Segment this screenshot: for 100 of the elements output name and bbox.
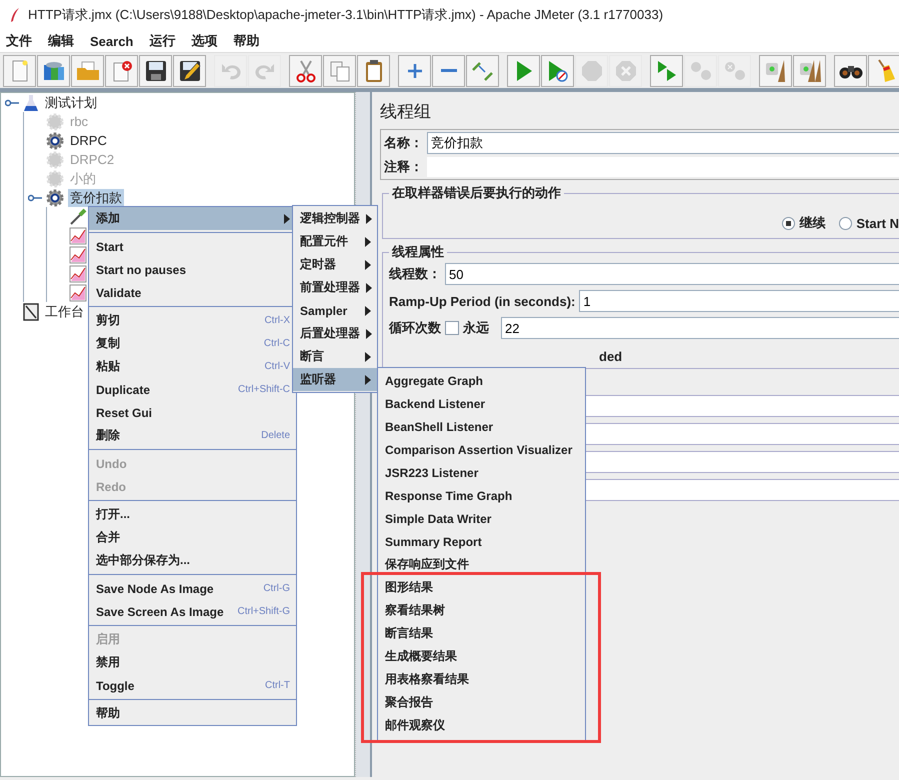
tree-handle-icon[interactable] bbox=[5, 98, 19, 108]
graph-icon bbox=[69, 226, 87, 244]
menu-item[interactable]: 用表格察看结果 bbox=[378, 668, 585, 691]
menu-item[interactable]: Duplicate Ctrl+Shift-C bbox=[89, 378, 296, 401]
tree-node[interactable]: 竞价扣款 bbox=[68, 188, 124, 206]
menu-item[interactable]: 配置元件 bbox=[293, 230, 377, 253]
menu-item[interactable]: 邮件观察仪 bbox=[378, 714, 585, 737]
rampup-field[interactable]: 1 bbox=[579, 290, 899, 312]
checkbox[interactable] bbox=[445, 321, 459, 335]
menu-item[interactable]: 断言结果 bbox=[378, 622, 585, 645]
menu-item[interactable]: Simple Data Writer bbox=[378, 507, 585, 530]
menu-item[interactable]: Backend Listener bbox=[378, 392, 585, 415]
group-legend: 在取样器错误后要执行的动作 bbox=[389, 184, 564, 202]
tree-node[interactable]: 测试计划 bbox=[43, 94, 99, 112]
tree-node[interactable]: 工作台 bbox=[43, 302, 86, 320]
menu-item[interactable]: 文件 bbox=[2, 30, 36, 52]
menu-item[interactable]: 运行 bbox=[145, 30, 180, 52]
field-label: 循环次数 bbox=[389, 319, 441, 337]
menu-item[interactable]: Toggle Ctrl-T bbox=[89, 674, 296, 697]
gear-brooms-icon bbox=[798, 58, 822, 82]
menu-item[interactable]: 前置处理器 bbox=[293, 276, 377, 299]
toolbar-button[interactable] bbox=[357, 54, 390, 86]
menu-item[interactable]: Aggregate Graph bbox=[378, 369, 585, 392]
submenu-arrow-icon bbox=[365, 236, 371, 246]
menu-item[interactable]: Start bbox=[89, 235, 296, 258]
plus-icon bbox=[406, 62, 424, 80]
menu-item[interactable]: 生成概要结果 bbox=[378, 645, 585, 668]
menu-item[interactable]: Comparison Assertion Visualizer bbox=[378, 438, 585, 461]
menu-item[interactable]: Reset Gui bbox=[89, 401, 296, 424]
menu-item[interactable]: 选中部分保存为... bbox=[89, 549, 296, 572]
gear-icon bbox=[46, 170, 64, 188]
copy-icon bbox=[328, 60, 350, 82]
menu-item[interactable]: Sampler bbox=[293, 299, 377, 322]
books-icon bbox=[42, 60, 66, 82]
tree-handle-icon[interactable] bbox=[28, 192, 42, 202]
menu-item[interactable]: Save Node As Image Ctrl-G bbox=[89, 577, 296, 600]
submenu-arrow-icon bbox=[366, 328, 372, 338]
dropper-icon bbox=[69, 208, 87, 226]
field-label: 线程数： bbox=[389, 265, 441, 283]
loop-count-field[interactable]: 22 bbox=[501, 317, 899, 339]
toolbar-button[interactable] bbox=[173, 54, 206, 86]
gear-icon bbox=[46, 150, 64, 168]
menu-item[interactable]: 删除 Delete bbox=[89, 424, 296, 447]
menu-item[interactable]: 聚合报告 bbox=[378, 691, 585, 714]
menu-item[interactable]: 合并 bbox=[89, 526, 296, 549]
menu-item[interactable]: Validate bbox=[89, 281, 296, 304]
menu-item[interactable]: Response Time Graph bbox=[378, 484, 585, 507]
menu-item[interactable]: Summary Report bbox=[378, 530, 585, 553]
menu-item[interactable]: 定时器 bbox=[293, 253, 377, 276]
radio-option[interactable]: Start N bbox=[839, 216, 899, 230]
gear-icon bbox=[46, 112, 64, 130]
flask-icon bbox=[23, 94, 39, 112]
menu-item[interactable]: Search bbox=[86, 32, 138, 50]
submenu-arrow-icon bbox=[365, 306, 371, 316]
menu-item[interactable]: BeanShell Listener bbox=[378, 415, 585, 438]
gear-icon bbox=[46, 188, 64, 206]
play-crossed-icon bbox=[546, 60, 568, 82]
tree-node[interactable]: DRPC bbox=[68, 133, 109, 148]
radio-button[interactable] bbox=[782, 216, 796, 230]
document-x-icon bbox=[110, 60, 132, 82]
menu-item[interactable]: 保存响应到文件 bbox=[378, 553, 585, 576]
radio-button[interactable] bbox=[839, 216, 852, 230]
clipboard-icon bbox=[364, 58, 384, 82]
menu-item[interactable]: 察看结果树 bbox=[378, 599, 585, 622]
menu-item[interactable]: 帮助 bbox=[229, 30, 264, 52]
menu-item[interactable]: JSR223 Listener bbox=[378, 461, 585, 484]
radio-option[interactable]: 继续 bbox=[782, 214, 826, 232]
field-label: 注释： bbox=[384, 158, 423, 176]
scissors-icon bbox=[296, 58, 316, 82]
notepad-icon bbox=[23, 302, 39, 320]
menu-item[interactable]: Save Screen As Image Ctrl+Shift-G bbox=[89, 600, 296, 623]
x-octagon-icon bbox=[614, 60, 636, 82]
menu-item[interactable]: 粘贴 Ctrl-V bbox=[89, 355, 296, 378]
menu-item[interactable]: 编辑 bbox=[44, 30, 78, 52]
menu-item[interactable]: 监听器 bbox=[293, 368, 377, 391]
menu-item[interactable]: 图形结果 bbox=[378, 576, 585, 599]
gear-broom-icon bbox=[764, 58, 788, 82]
minus-icon bbox=[440, 69, 456, 72]
field-label: 名称： bbox=[384, 134, 423, 152]
menu-item[interactable]: 选项 bbox=[187, 30, 222, 52]
window-title: HTTP请求.jmx (C:\Users\9188\Desktop\apache-jmeter-3.1\bin\HTTP请求.jmx) - Apache JMeter (3.1 r1770033) bbox=[28, 6, 664, 24]
menu-item[interactable]: 打开... bbox=[89, 503, 296, 526]
submenu-arrow-icon bbox=[365, 260, 371, 270]
threads-field[interactable]: 50 bbox=[445, 263, 899, 285]
menu-item[interactable]: 后置处理器 bbox=[293, 322, 377, 345]
toolbar-button[interactable] bbox=[139, 54, 172, 86]
menu-item[interactable]: 禁用 bbox=[89, 651, 296, 674]
document-icon bbox=[10, 60, 30, 82]
toolbar-button[interactable] bbox=[834, 54, 867, 86]
menu-item[interactable]: 复制 Ctrl-C bbox=[89, 332, 296, 355]
menu-item[interactable]: 剪切 Ctrl-X bbox=[89, 309, 296, 332]
submenu-arrow-icon bbox=[365, 352, 371, 362]
graph-icon bbox=[69, 246, 87, 264]
name-field[interactable]: 竞价扣款 bbox=[427, 132, 899, 154]
menu-item[interactable]: 帮助 bbox=[89, 702, 296, 725]
feather-icon bbox=[10, 7, 20, 23]
menu-item[interactable]: 断言 bbox=[293, 345, 377, 368]
menu-item[interactable]: Start no pauses bbox=[89, 258, 296, 281]
menu-item[interactable]: 逻辑控制器 bbox=[293, 207, 377, 230]
dots-icon bbox=[690, 60, 712, 80]
